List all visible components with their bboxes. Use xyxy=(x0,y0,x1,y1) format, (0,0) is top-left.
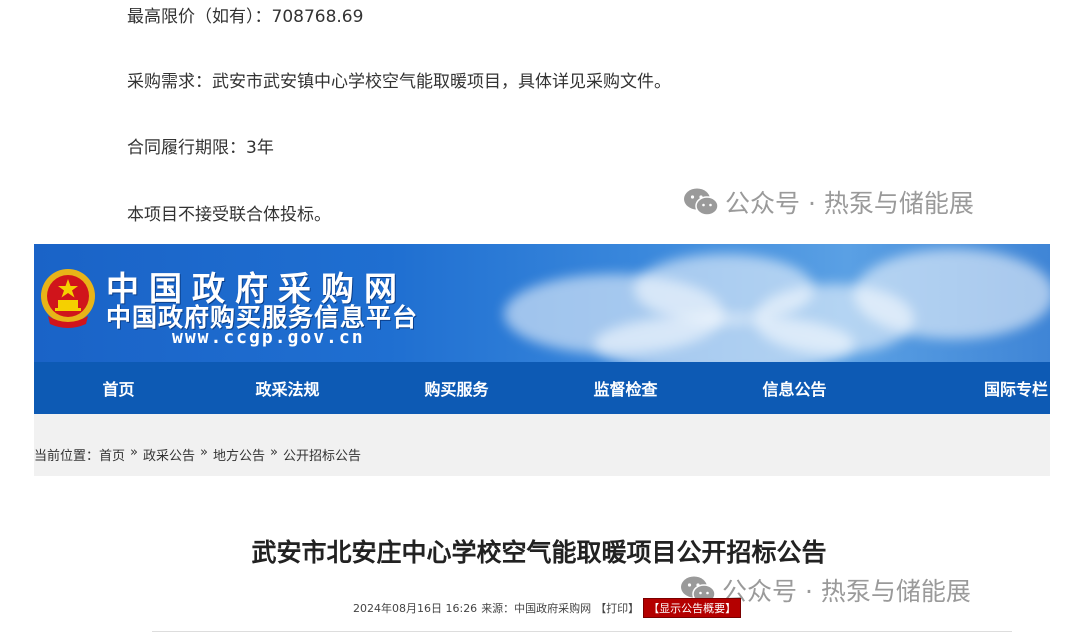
breadcrumb-separator: » xyxy=(130,445,138,460)
nav-regulations[interactable]: 政采法规 xyxy=(203,362,372,414)
consortium-text: 本项目不接受联合体投标。 xyxy=(127,205,331,225)
nav-international[interactable]: 国际专栏 xyxy=(879,362,1050,414)
nav-home[interactable]: 首页 xyxy=(34,362,203,414)
print-link[interactable]: 【打印】 xyxy=(595,600,639,616)
notice-meta: 2024年08月16日 16:26 来源：中国政府采购网 【打印】 【显示公告概… xyxy=(353,598,742,618)
breadcrumb: 当前位置： 首页 » 政采公告 » 地方公告 » 公开招标公告 xyxy=(34,445,361,464)
breadcrumb-separator: » xyxy=(270,445,278,460)
watermark-text: 公众号 · 热泵与储能展 xyxy=(725,189,974,218)
breadcrumb-open-tender[interactable]: 公开招标公告 xyxy=(283,445,361,464)
nav-supervision[interactable]: 监督检查 xyxy=(541,362,710,414)
national-emblem-icon xyxy=(41,269,95,328)
breadcrumb-local-notices[interactable]: 地方公告 xyxy=(213,445,265,464)
nav-announcements[interactable]: 信息公告 xyxy=(710,362,879,414)
nav-purchase-services[interactable]: 购买服务 xyxy=(372,362,541,414)
breadcrumb-prefix: 当前位置： xyxy=(34,449,100,464)
divider xyxy=(152,631,1012,632)
page-title: 武安市北安庄中心学校空气能取暖项目公开招标公告 xyxy=(251,538,827,567)
breadcrumb-procurement-notices[interactable]: 政采公告 xyxy=(143,445,195,464)
site-banner: 中国政府采购网 中国政府购买服务信息平台 www.ccgp.gov.cn xyxy=(34,244,1050,362)
max-price-text: 最高限价（如有）：708768.69 xyxy=(127,7,364,27)
breadcrumb-separator: » xyxy=(200,445,208,460)
watermark-text: 公众号 · 热泵与储能展 xyxy=(722,577,971,606)
wechat-icon xyxy=(684,188,719,216)
show-summary-button[interactable]: 【显示公告概要】 xyxy=(643,598,742,618)
main-nav: 首页 政采法规 购买服务 监督检查 信息公告 国际专栏 xyxy=(34,362,1050,414)
notice-source: 来源：中国政府采购网 xyxy=(481,602,592,615)
site-url: www.ccgp.gov.cn xyxy=(172,327,365,348)
contract-period-text: 合同履行期限：3年 xyxy=(127,138,274,158)
breadcrumb-home[interactable]: 首页 xyxy=(99,445,125,464)
watermark: 公众号 · 热泵与储能展 xyxy=(683,184,974,220)
requirement-text: 采购需求：武安市武安镇中心学校空气能取暖项目，具体详见采购文件。 xyxy=(127,72,671,92)
publish-datetime: 2024年08月16日 16:26 xyxy=(353,602,478,615)
breadcrumb-bar: 当前位置： 首页 » 政采公告 » 地方公告 » 公开招标公告 xyxy=(34,414,1050,476)
